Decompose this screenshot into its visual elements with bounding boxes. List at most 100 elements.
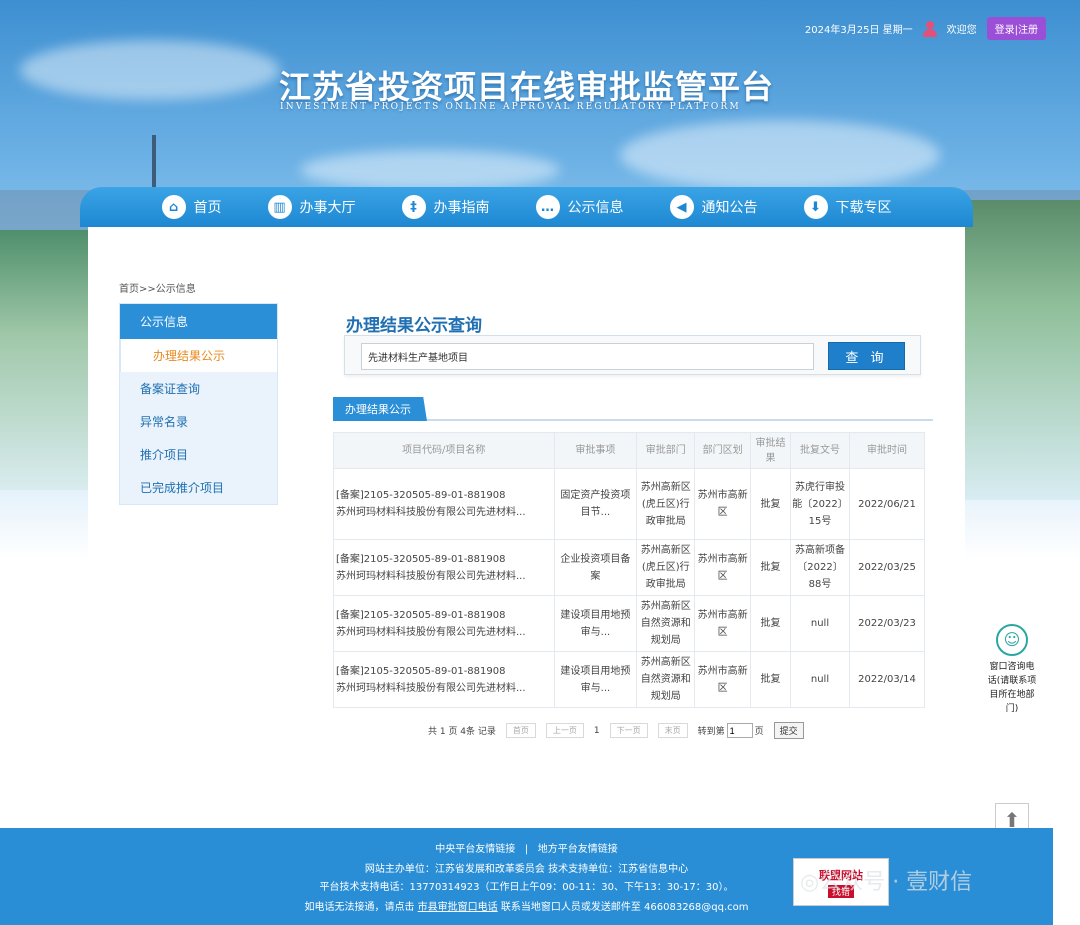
contact-pre: 如电话无法接通，请点击: [304, 902, 415, 913]
project-cell[interactable]: [备案]2105-320505-89-01-881908 苏州珂玛材料科技股份有限…: [333, 595, 555, 652]
smile-chat-icon: ☺: [996, 624, 1028, 656]
main-content: 首页>>公示信息 公示信息 办理结果公示 备案证查询 异常名录 推介项目 已完成…: [88, 227, 965, 827]
footer-contact: 如电话无法接通，请点击 市县审批窗口电话 联系当地窗口人员或发送邮件至 4660…: [0, 898, 1053, 913]
approval-result: 批复: [750, 468, 792, 540]
tv-tower: [152, 135, 156, 190]
nav-public-info[interactable]: … 公示信息: [513, 187, 647, 227]
login-register-button[interactable]: 登录|注册: [986, 17, 1046, 40]
results-table: 项目代码/项目名称 审批事项 审批部门 部门区划 审批结果 批复文号 审批时间 …: [333, 432, 926, 708]
page-unit: 页: [754, 727, 764, 737]
search-button[interactable]: 查 询: [828, 342, 905, 370]
current-page: 1: [593, 725, 600, 736]
book-icon: ▥: [267, 195, 292, 219]
cloud: [300, 150, 560, 190]
project-code: [备案]2105-320505-89-01-881908: [336, 553, 506, 565]
consult-phone-widget[interactable]: ☺ 窗口咨询电话(请联系项目所在地部门): [986, 624, 1038, 716]
breadcrumb[interactable]: 首页>>公示信息: [119, 280, 196, 295]
site-subtitle: INVESTMENT PROJECTS ONLINE APPROVAL REGU…: [280, 102, 741, 112]
approval-dept: 苏州高新区自然资源和规划局: [636, 651, 696, 708]
approval-doc-no: null: [790, 595, 850, 652]
user-icon: [922, 20, 937, 37]
nav-downloads[interactable]: ⬇ 下载专区: [781, 187, 915, 227]
next-page-button[interactable]: 下一页: [609, 723, 648, 738]
guide-icon: ‡: [401, 195, 426, 219]
local-links[interactable]: 地方平台友情链接: [538, 844, 618, 855]
central-links[interactable]: 中央平台友情链接: [435, 844, 515, 855]
goto-submit-button[interactable]: 提交: [773, 722, 804, 739]
approval-doc-no: 苏虎行审投能〔2022〕15号: [790, 468, 850, 540]
project-name: 苏州珂玛材料科技股份有限公司先进材料...: [336, 570, 526, 582]
search-input[interactable]: [361, 343, 814, 370]
nav-home[interactable]: ⌂ 首页: [139, 187, 245, 227]
table-row[interactable]: [备案]2105-320505-89-01-881908 苏州珂玛材料科技股份有限…: [333, 595, 926, 652]
table-row[interactable]: [备案]2105-320505-89-01-881908 苏州珂玛材料科技股份有限…: [333, 651, 926, 708]
nav-label: 下载专区: [835, 200, 892, 216]
column-header: 批复文号: [790, 432, 850, 469]
approval-doc-no: null: [790, 651, 850, 708]
sidebar: 公示信息 办理结果公示 备案证查询 异常名录 推介项目 已完成推介项目: [119, 303, 278, 505]
sidebar-item-promoted-projects[interactable]: 推介项目: [120, 438, 277, 471]
speaker-icon: ◀: [669, 195, 694, 219]
approval-dept: 苏州高新区(虎丘区)行政审批局: [636, 468, 696, 540]
cloud: [20, 40, 280, 100]
sidebar-header[interactable]: 公示信息: [120, 304, 277, 339]
goto-page-input[interactable]: [726, 723, 753, 738]
download-icon: ⬇: [803, 195, 828, 219]
column-header: 审批结果: [750, 432, 792, 469]
approval-dept: 苏州高新区(虎丘区)行政审批局: [636, 539, 696, 596]
project-cell[interactable]: [备案]2105-320505-89-01-881908 苏州珂玛材料科技股份有限…: [333, 651, 555, 708]
column-header: 审批事项: [553, 432, 638, 469]
project-code: [备案]2105-320505-89-01-881908: [336, 490, 506, 501]
sidebar-item-abnormal-list[interactable]: 异常名录: [120, 405, 277, 438]
cloud: [620, 120, 940, 190]
nav-label: 公示信息: [567, 200, 624, 216]
table-row[interactable]: [备案]2105-320505-89-01-881908 苏州珂玛材料科技股份有限…: [333, 539, 926, 596]
prev-page-button[interactable]: 上一页: [545, 723, 584, 738]
main-nav: ⌂ 首页 ▥ 办事大厅 ‡ 办事指南 … 公示信息 ◀ 通知公告 ⬇ 下载专区: [80, 187, 973, 227]
landscape-right: [965, 200, 1080, 500]
dept-region: 苏州市高新区: [694, 468, 752, 540]
approval-date: 2022/03/23: [848, 595, 926, 652]
page-summary: 共 1 页 4条 记录: [428, 727, 496, 737]
contact-post: 联系当地窗口人员或发送邮件至 466083268@qq.com: [500, 902, 749, 913]
footer-links: 中央平台友情链接 | 地方平台友情链接: [0, 840, 1053, 855]
project-name: 苏州珂玛材料科技股份有限公司先进材料...: [336, 682, 526, 694]
sidebar-item-completed-promotion[interactable]: 已完成推介项目: [120, 471, 277, 504]
home-icon: ⌂: [161, 195, 186, 219]
current-date: 2024年3月25日 星期一: [804, 25, 913, 36]
nav-guide[interactable]: ‡ 办事指南: [379, 187, 513, 227]
page-title: 办理结果公示查询: [346, 316, 482, 336]
sidebar-item-result-publicity[interactable]: 办理结果公示: [120, 339, 277, 372]
project-code: [备案]2105-320505-89-01-881908: [336, 665, 506, 677]
approval-item: 建设项目用地预审与...: [553, 595, 638, 652]
dept-region: 苏州市高新区: [694, 651, 752, 708]
search-box: 查 询: [344, 335, 921, 375]
goto-page: 转到第 页: [698, 723, 764, 738]
nav-label: 首页: [193, 200, 222, 216]
approval-date: 2022/03/25: [848, 539, 926, 596]
column-header: 审批时间: [848, 432, 926, 469]
goto-label: 转到第: [697, 727, 725, 737]
table-row[interactable]: [备案]2105-320505-89-01-881908 苏州珂玛材料科技股份有限…: [333, 468, 926, 540]
tab-result-publicity[interactable]: 办理结果公示: [333, 397, 427, 421]
nav-notices[interactable]: ◀ 通知公告: [647, 187, 781, 227]
project-name: 苏州珂玛材料科技股份有限公司先进材料...: [336, 507, 526, 518]
first-page-button[interactable]: 首页: [505, 723, 536, 738]
last-page-button[interactable]: 末页: [657, 723, 688, 738]
project-cell[interactable]: [备案]2105-320505-89-01-881908 苏州珂玛材料科技股份有限…: [333, 468, 555, 540]
project-cell[interactable]: [备案]2105-320505-89-01-881908 苏州珂玛材料科技股份有限…: [333, 539, 555, 596]
welcome-text: 欢迎您: [946, 25, 977, 36]
approval-date: 2022/06/21: [848, 468, 926, 540]
project-name: 苏州珂玛材料科技股份有限公司先进材料...: [336, 626, 526, 638]
landscape-left: [0, 230, 90, 490]
sidebar-item-filing-query[interactable]: 备案证查询: [120, 372, 277, 405]
nav-label: 通知公告: [701, 200, 758, 216]
project-code: [备案]2105-320505-89-01-881908: [336, 609, 506, 621]
column-header: 部门区划: [694, 432, 752, 469]
approval-result: 批复: [750, 539, 792, 596]
approval-item: 建设项目用地预审与...: [553, 651, 638, 708]
nav-service-hall[interactable]: ▥ 办事大厅: [245, 187, 379, 227]
result-tab-bar: 办理结果公示: [333, 397, 933, 421]
window-phone-link[interactable]: 市县审批窗口电话: [418, 902, 498, 913]
approval-date: 2022/03/14: [848, 651, 926, 708]
